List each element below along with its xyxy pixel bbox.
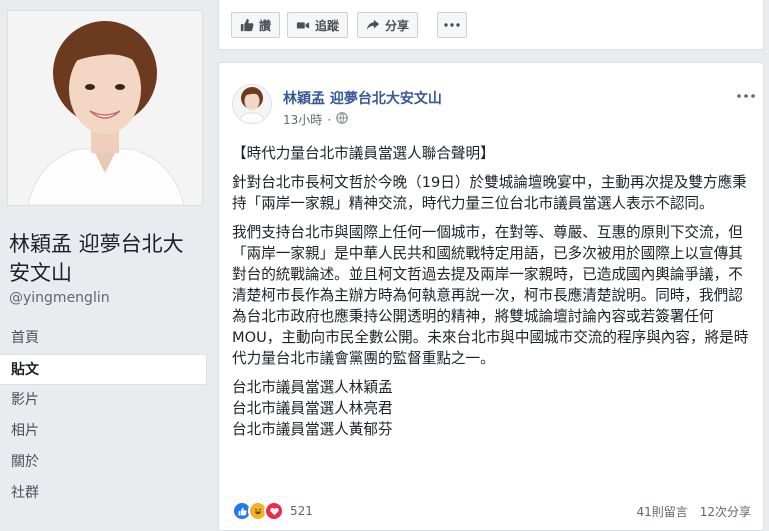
post-author-name[interactable]: 林穎孟 迎夢台北大安文山 xyxy=(283,88,442,108)
share-count[interactable]: 12次分享 xyxy=(700,503,751,520)
signature-line: 台北市議員當選人林亮君 xyxy=(232,400,393,417)
post-paragraph-2: 我們支持台北市與國際上任何一個城市，在對等、尊嚴、互惠的原則下交流，但「兩岸一家… xyxy=(232,224,749,367)
follow-icon xyxy=(296,18,310,32)
post-author-avatar[interactable] xyxy=(232,84,272,124)
post-paragraph-1: 針對台北市長柯文哲於今晚（19日）於雙城論壇晚宴中，主動再次提及雙方應秉持「兩岸… xyxy=(232,174,747,212)
nav-item-about[interactable]: 關於 xyxy=(0,447,207,478)
more-options-button[interactable] xyxy=(437,12,467,38)
page-handle[interactable]: @yingmenglin xyxy=(9,290,110,306)
love-reaction-icon xyxy=(264,501,284,521)
post-title: 【時代力量台北市議員當選人聯合聲明】 xyxy=(232,145,495,162)
more-icon xyxy=(444,23,460,27)
signature-line: 台北市議員當選人黃郁芬 xyxy=(232,421,393,438)
post-timestamp[interactable]: 13小時 xyxy=(283,111,322,128)
nav-item-community[interactable]: 社群 xyxy=(0,478,207,509)
like-icon xyxy=(240,18,254,32)
share-icon xyxy=(366,18,380,32)
page-nav: 首頁 貼文 影片 相片 關於 社群 xyxy=(0,323,207,509)
post-card: 林穎孟 迎夢台北大安文山 13小時 · 【時代力量台北市議員當選人聯合聲明】 針… xyxy=(218,62,764,531)
share-page-button[interactable]: 分享 xyxy=(357,12,419,38)
share-page-label: 分享 xyxy=(385,18,410,33)
post-footer: 521 41則留言 12次分享 xyxy=(232,499,751,523)
post-signatures: 台北市議員當選人林穎孟 台北市議員當選人林亮君 台北市議員當選人黃郁芬 xyxy=(232,377,752,440)
like-page-label: 讚 xyxy=(259,18,272,33)
profile-picture[interactable] xyxy=(7,10,203,206)
engagement-stats: 41則留言 12次分享 xyxy=(636,503,751,520)
globe-icon[interactable] xyxy=(336,112,348,127)
reaction-count[interactable]: 521 xyxy=(290,504,313,518)
follow-label: 追蹤 xyxy=(315,18,340,33)
separator: · xyxy=(327,112,332,127)
page-name[interactable]: 林穎孟 迎夢台北大安文山 xyxy=(9,230,204,288)
left-column: 林穎孟 迎夢台北大安文山 @yingmenglin 首頁 貼文 影片 相片 關於… xyxy=(0,0,207,531)
signature-line: 台北市議員當選人林穎孟 xyxy=(232,379,393,396)
nav-item-home[interactable]: 首頁 xyxy=(0,323,207,354)
nav-item-videos[interactable]: 影片 xyxy=(0,385,207,416)
post-meta: 13小時 · xyxy=(283,111,348,128)
post-options-icon[interactable] xyxy=(737,88,755,98)
like-page-button[interactable]: 讚 xyxy=(231,12,281,38)
reaction-summary[interactable]: 521 xyxy=(232,501,313,521)
comment-count[interactable]: 41則留言 xyxy=(636,503,687,520)
page-action-bar: 讚 追蹤 分享 xyxy=(218,0,764,50)
nav-item-posts[interactable]: 貼文 xyxy=(0,354,207,385)
nav-item-photos[interactable]: 相片 xyxy=(0,416,207,447)
post-body: 【時代力量台北市議員當選人聯合聲明】 針對台北市長柯文哲於今晚（19日）於雙城論… xyxy=(232,143,752,440)
follow-button[interactable]: 追蹤 xyxy=(287,12,349,38)
